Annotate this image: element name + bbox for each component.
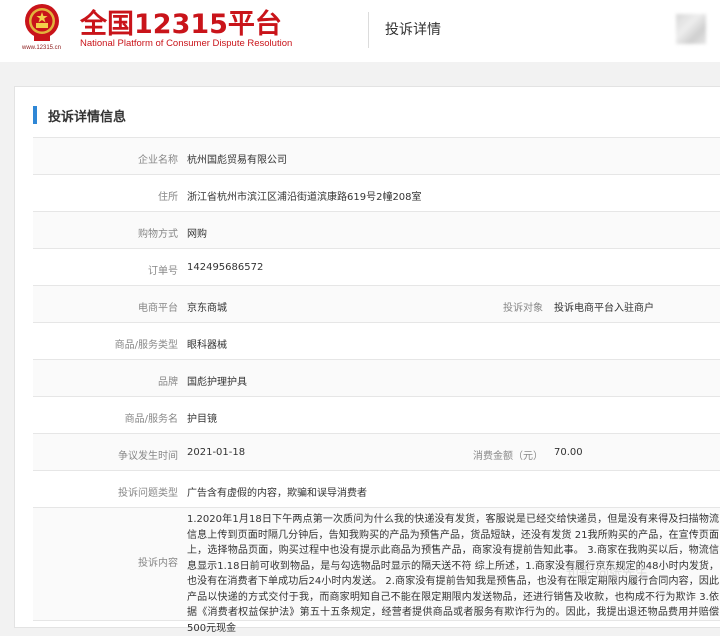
date-value: 2021-01-18 xyxy=(187,447,246,458)
header-divider xyxy=(368,12,369,48)
row-category: 商品/服务类型 眼科器械 xyxy=(33,323,720,360)
date-label: 争议发生时间 xyxy=(118,451,178,462)
target-value: 投诉电商平台入驻商户 xyxy=(554,303,654,314)
address-value: 浙江省杭州市滨江区浦沿街道滨康路619号2幢208室 xyxy=(187,192,422,203)
row-issue-type: 投诉问题类型 广告含有虚假的内容，欺骗和误导消费者 xyxy=(33,471,720,508)
address-label: 住所 xyxy=(158,192,178,203)
logo-url: www.12315.cn xyxy=(22,45,62,51)
row-order-number: 订单号 142495686572 xyxy=(33,249,720,286)
row-company: 企业名称 杭州国彪贸易有限公司 xyxy=(33,138,720,175)
section-accent-bar xyxy=(33,106,37,124)
order-label: 订单号 xyxy=(148,266,178,277)
national-emblem-icon xyxy=(25,4,59,41)
row-product-name: 商品/服务名 护目镜 xyxy=(33,397,720,434)
category-value: 眼科器械 xyxy=(187,340,227,351)
target-label: 投诉对象 xyxy=(503,303,543,314)
row-platform: 电商平台 京东商城 投诉对象 投诉电商平台入驻商户 xyxy=(33,286,720,323)
purchase-label: 购物方式 xyxy=(138,229,178,240)
category-label: 商品/服务类型 xyxy=(114,340,178,351)
logo-subtitle: National Platform of Consumer Dispute Re… xyxy=(80,38,293,49)
platform-label: 电商平台 xyxy=(138,303,178,314)
brand-value: 国彪护理护具 xyxy=(187,377,247,388)
avatar[interactable] xyxy=(676,14,706,44)
amount-value: 70.00 xyxy=(554,447,583,458)
purchase-value: 网购 xyxy=(187,229,207,240)
amount-label: 消费金额（元） xyxy=(473,451,543,462)
company-label: 企业名称 xyxy=(138,155,178,166)
name-value: 护目镜 xyxy=(187,414,217,425)
issue-label: 投诉问题类型 xyxy=(118,488,178,499)
content-label: 投诉内容 xyxy=(138,558,178,569)
brand-label: 品牌 xyxy=(158,377,178,388)
order-value: 142495686572 xyxy=(187,262,264,273)
row-address: 住所 浙江省杭州市滨江区浦沿街道滨康路619号2幢208室 xyxy=(33,175,720,212)
page-title: 投诉详情 xyxy=(385,22,441,38)
section-title: 投诉详情信息 xyxy=(48,110,127,125)
row-purchase-method: 购物方式 网购 xyxy=(33,212,720,249)
issue-value: 广告含有虚假的内容，欺骗和误导消费者 xyxy=(187,488,367,499)
watermark: 知乎 @张先生 xyxy=(566,566,649,581)
row-dispute-date: 争议发生时间 2021-01-18 消费金额（元） 70.00 xyxy=(33,434,720,471)
platform-value: 京东商城 xyxy=(187,303,227,314)
company-value: 杭州国彪贸易有限公司 xyxy=(187,155,287,166)
top-header: www.12315.cn 全国12315平台 National Platform… xyxy=(0,0,720,62)
name-label: 商品/服务名 xyxy=(124,414,178,425)
complaint-detail-card: 投诉详情信息 企业名称 杭州国彪贸易有限公司 住所 浙江省杭州市滨江区浦沿街道滨… xyxy=(14,86,720,634)
detail-table: 企业名称 杭州国彪贸易有限公司 住所 浙江省杭州市滨江区浦沿街道滨康路619号2… xyxy=(33,137,720,634)
row-brand: 品牌 国彪护理护具 xyxy=(33,360,720,397)
logo-title[interactable]: 全国12315平台 xyxy=(80,2,282,41)
